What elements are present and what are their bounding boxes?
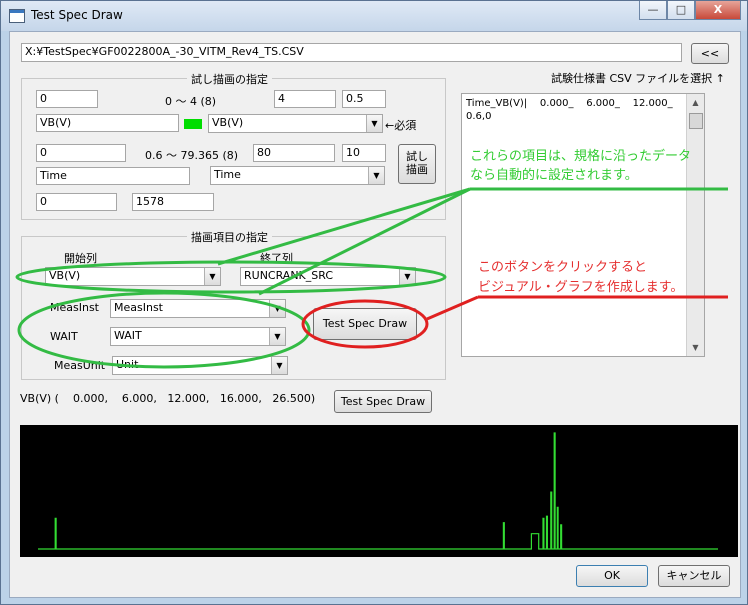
y-min-field[interactable]: 0 xyxy=(36,90,98,108)
file-path-field[interactable]: X:¥TestSpec¥GF0022800A_-30_VITM_Rev4_TS.… xyxy=(21,43,682,62)
meas-inst-combo[interactable]: MeasInst ▼ xyxy=(110,299,286,318)
x-min-field[interactable]: 0 xyxy=(36,144,126,162)
app-icon xyxy=(9,9,25,23)
graph-area xyxy=(20,425,738,557)
x-column-combo[interactable]: Time ▼ xyxy=(210,166,385,185)
required-label: ←必須 xyxy=(385,119,417,132)
wait-value: WAIT xyxy=(114,329,142,342)
spec-scrollbar[interactable]: ▲ ▼ xyxy=(686,94,704,356)
draw-items-group-title: 描画項目の指定 xyxy=(187,229,272,245)
ok-button[interactable]: OK xyxy=(576,565,648,587)
csv-select-hint: 試験仕様書 CSV ファイルを選択 ↑ xyxy=(551,72,725,85)
meas-inst-value: MeasInst xyxy=(114,301,163,314)
chevron-down-icon: ▼ xyxy=(271,357,287,374)
spec-text-line1: Time_VB(V)| 0.000_ 6.000_ 12.000_ xyxy=(466,98,673,109)
meas-unit-value: Unit xyxy=(116,358,139,371)
meas-unit-label: MeasUnit xyxy=(54,359,106,372)
range-end-field[interactable]: 1578 xyxy=(132,193,214,211)
scroll-thumb[interactable] xyxy=(689,113,703,129)
scroll-up-icon[interactable]: ▲ xyxy=(687,94,704,111)
x-max-field[interactable]: 80 xyxy=(253,144,335,162)
values-line: VB(V) ( 0.000, 6.000, 12.000, 16.000, 26… xyxy=(20,392,316,405)
meas-unit-combo[interactable]: Unit ▼ xyxy=(112,356,288,375)
spec-text-line2: 0.6,0 xyxy=(466,111,492,122)
window-title: Test Spec Draw xyxy=(31,8,123,22)
test-spec-draw-button-2[interactable]: Test Spec Draw xyxy=(334,390,432,413)
y-range-label: 0 ～ 4 (8) xyxy=(165,95,217,108)
start-column-label: 開始列 xyxy=(64,252,97,265)
x-column-combo-value: Time xyxy=(214,168,241,181)
end-column-combo[interactable]: RUNCRANK_SRC ▼ xyxy=(240,267,416,286)
start-column-value: VB(V) xyxy=(49,269,81,282)
green-annotation-line2: なら自動的に設定されます。 xyxy=(470,168,638,183)
start-column-combo[interactable]: VB(V) ▼ xyxy=(45,267,221,286)
graph-trace xyxy=(38,432,718,550)
end-column-label: 終了列 xyxy=(260,252,293,265)
x-step-field[interactable]: 10 xyxy=(342,144,386,162)
y-column-combo-value: VB(V) xyxy=(212,116,244,129)
red-annotation-line1: このボタンをクリックすると xyxy=(478,260,648,275)
graph-svg xyxy=(38,432,718,550)
chevron-down-icon: ▼ xyxy=(269,328,285,345)
chevron-down-icon: ▼ xyxy=(399,268,415,285)
minimize-button[interactable]: — xyxy=(639,1,667,20)
browse-back-button[interactable]: << xyxy=(691,43,729,64)
main-window: Test Spec Draw — □ X X:¥TestSpec¥GF00228… xyxy=(0,0,748,605)
spec-text-area[interactable]: Time_VB(V)| 0.000_ 6.000_ 12.000_ 0.6,0 … xyxy=(461,93,705,357)
y-step-field[interactable]: 0.5 xyxy=(342,90,386,108)
trial-draw-button[interactable]: 試し 描画 xyxy=(398,144,436,184)
wait-label: WAIT xyxy=(50,330,78,343)
trace-color-swatch xyxy=(184,119,202,129)
caption-buttons: — □ X xyxy=(639,1,741,20)
scroll-down-icon[interactable]: ▼ xyxy=(687,339,704,356)
trial-draw-group-title: 試し描画の指定 xyxy=(187,71,272,87)
y-column-combo[interactable]: VB(V) ▼ xyxy=(208,114,383,133)
chevron-down-icon: ▼ xyxy=(368,167,384,184)
end-column-value: RUNCRANK_SRC xyxy=(244,269,334,282)
dialog-client: X:¥TestSpec¥GF0022800A_-30_VITM_Rev4_TS.… xyxy=(9,31,741,598)
close-button[interactable]: X xyxy=(695,1,741,20)
range-start-field[interactable]: 0 xyxy=(36,193,117,211)
trial-draw-button-line2: 描画 xyxy=(406,163,428,176)
wait-combo[interactable]: WAIT ▼ xyxy=(110,327,286,346)
x-range-label: 0.6 ～ 79.365 (8) xyxy=(145,149,239,162)
x-label-field[interactable]: Time xyxy=(36,167,190,185)
chevron-down-icon: ▼ xyxy=(204,268,220,285)
test-spec-draw-button[interactable]: Test Spec Draw xyxy=(313,308,417,340)
meas-inst-label: MeasInst xyxy=(50,301,99,314)
cancel-button[interactable]: キャンセル xyxy=(658,565,730,587)
title-bar[interactable]: Test Spec Draw — □ X xyxy=(1,1,747,31)
maximize-button[interactable]: □ xyxy=(667,1,695,20)
red-annotation-line2: ビジュアル・グラフを作成します。 xyxy=(478,280,684,295)
green-annotation-line1: これらの項目は、規格に沿ったデータ xyxy=(470,149,692,164)
y-max-field[interactable]: 4 xyxy=(274,90,336,108)
trial-draw-button-line1: 試し xyxy=(406,150,428,163)
y-label-field[interactable]: VB(V) xyxy=(36,114,179,132)
chevron-down-icon: ▼ xyxy=(366,115,382,132)
chevron-down-icon: ▼ xyxy=(269,300,285,317)
